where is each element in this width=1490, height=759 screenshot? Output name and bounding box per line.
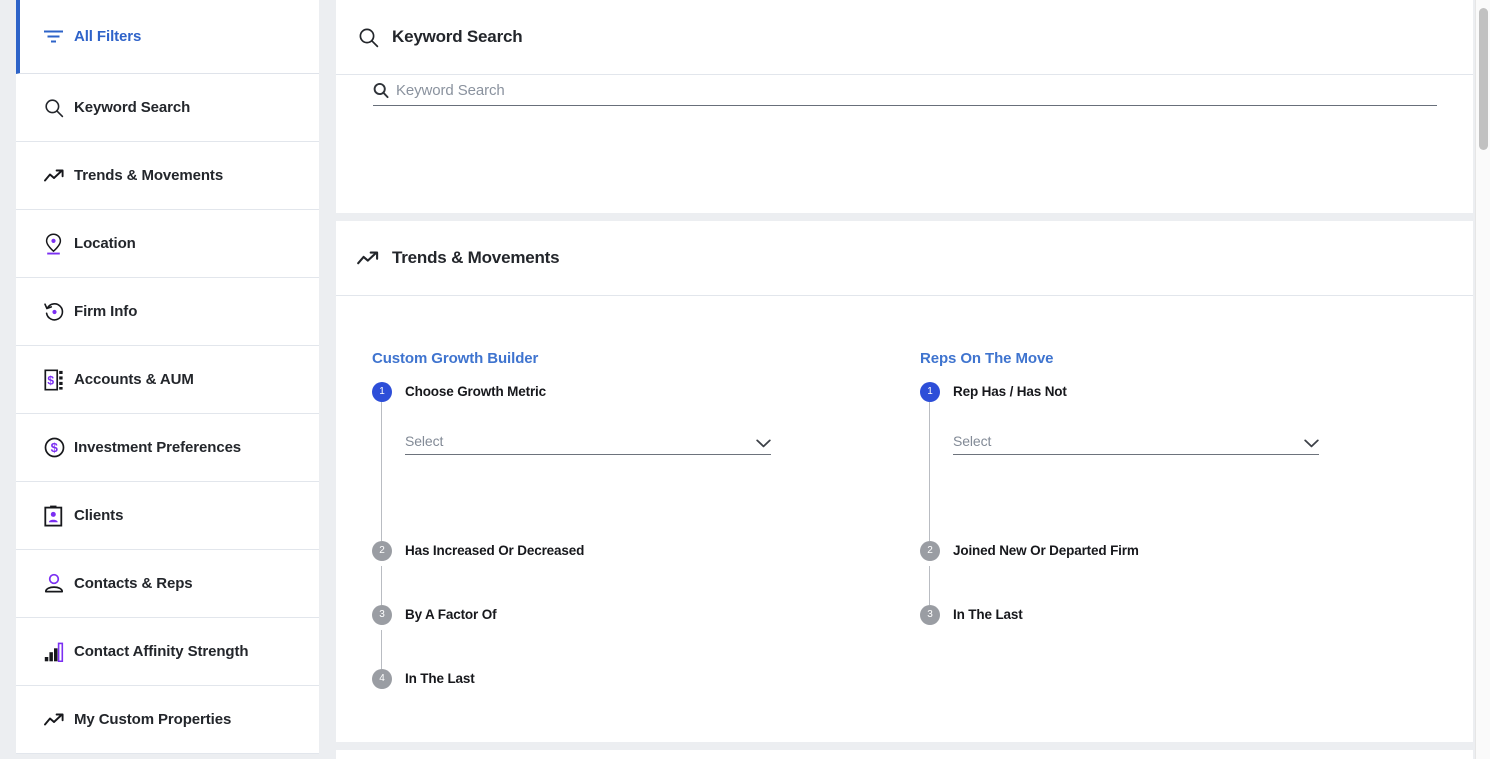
card-divider (336, 742, 1473, 750)
scrollbar-thumb[interactable] (1479, 8, 1488, 150)
trends-movements-card-header: Trends & Movements (336, 221, 1473, 296)
search-icon (355, 24, 381, 50)
sidebar-item-contact-affinity-strength[interactable]: Contact Affinity Strength (16, 618, 319, 686)
search-icon (373, 82, 389, 99)
keyword-search-card-body: Keyword Search (336, 75, 1473, 213)
step-connector (381, 630, 382, 669)
history-clock-icon (44, 302, 74, 322)
chevron-down-icon (756, 439, 771, 448)
step-by-a-factor-of[interactable]: 3 By A Factor Of (372, 605, 882, 625)
step-rep-has-has-not[interactable]: 1 Rep Has / Has Not (920, 382, 1430, 402)
trends-movements-card: Trends & Movements Custom Growth Builder (336, 221, 1473, 742)
keyword-search-card: Keyword Search Keyword Search (336, 0, 1473, 213)
column-title: Reps On The Move (920, 350, 1054, 367)
step-badge: 2 (372, 541, 392, 561)
step-has-increased-or-decreased[interactable]: 2 Has Increased Or Decreased (372, 541, 882, 561)
sidebar-item-all-filters[interactable]: All Filters (16, 0, 319, 74)
growth-metric-select[interactable]: Select (405, 432, 771, 455)
column-title: Custom Growth Builder (372, 350, 539, 367)
next-card-partial (336, 750, 1473, 759)
sidebar-item-label: Keyword Search (74, 99, 191, 116)
page-title: Keyword Search (392, 27, 523, 46)
svg-text:$: $ (51, 440, 59, 455)
sidebar-item-label: Contacts & Reps (74, 575, 193, 592)
filters-main-panel: Keyword Search Keyword Search Trends & M… (336, 0, 1490, 759)
step-choose-growth-metric[interactable]: 1 Choose Growth Metric (372, 382, 882, 402)
select-placeholder: Select (953, 433, 992, 449)
filters-page: All Filters Keyword Search Trends & Move… (0, 0, 1490, 759)
sidebar-item-label: Accounts & AUM (74, 371, 194, 388)
sidebar-item-firm-info[interactable]: Firm Info (16, 278, 319, 346)
step-in-the-last[interactable]: 3 In The Last (920, 605, 1430, 625)
step-connector (381, 402, 382, 541)
reps-on-the-move-steps: 1 Rep Has / Has Not Select 2 Joined New … (920, 382, 1430, 625)
map-pin-icon (44, 232, 74, 255)
step-connector (929, 402, 930, 541)
custom-growth-builder-column: Custom Growth Builder 1 Choose Growth Me… (372, 296, 882, 689)
sidebar-item-label: Trends & Movements (74, 167, 224, 184)
step-connector (929, 566, 930, 605)
dollar-circle-icon: $ (44, 437, 74, 458)
sidebar-item-investment-preferences[interactable]: $ Investment Preferences (16, 414, 319, 482)
step-label: Has Increased Or Decreased (405, 543, 585, 558)
sidebar-item-label: Firm Info (74, 303, 138, 320)
trending-up-icon (355, 245, 381, 271)
step-connector (381, 566, 382, 605)
sidebar-item-trends-movements[interactable]: Trends & Movements (16, 142, 319, 210)
sidebar-item-label: Investment Preferences (74, 439, 242, 456)
chevron-down-icon (1304, 439, 1319, 448)
growth-builder-steps: 1 Choose Growth Metric Select 2 Has Incr… (372, 382, 882, 689)
step-badge: 1 (372, 382, 392, 402)
step-badge: 3 (372, 605, 392, 625)
search-icon (44, 98, 74, 118)
filter-icon (44, 29, 74, 44)
sidebar-item-my-custom-properties[interactable]: My Custom Properties (16, 686, 319, 754)
step-label: By A Factor Of (405, 607, 497, 622)
trends-movements-card-body: Custom Growth Builder 1 Choose Growth Me… (336, 296, 1473, 742)
person-badge-icon (44, 505, 74, 527)
sidebar-item-label: Location (74, 235, 136, 252)
select-placeholder: Select (405, 433, 444, 449)
vertical-scrollbar[interactable] (1475, 0, 1490, 759)
trending-up-icon (44, 713, 74, 727)
step-label: Choose Growth Metric (405, 384, 547, 399)
step-label: Rep Has / Has Not (953, 384, 1067, 399)
step-label: In The Last (953, 607, 1023, 622)
step-joined-new-or-departed-firm[interactable]: 2 Joined New Or Departed Firm (920, 541, 1430, 561)
sidebar-item-clients[interactable]: Clients (16, 482, 319, 550)
trending-up-icon (44, 169, 74, 183)
bar-chart-icon (44, 642, 74, 662)
step-label: Joined New Or Departed Firm (953, 543, 1139, 558)
sidebar-item-label: Clients (74, 507, 124, 524)
step-in-the-last[interactable]: 4 In The Last (372, 669, 882, 689)
sidebar-item-location[interactable]: Location (16, 210, 319, 278)
card-divider (336, 213, 1473, 221)
filters-sidebar: All Filters Keyword Search Trends & Move… (0, 0, 336, 759)
step-label: In The Last (405, 671, 475, 686)
sidebar-item-accounts-aum[interactable]: $ Accounts & AUM (16, 346, 319, 414)
reps-on-the-move-column: Reps On The Move 1 Rep Has / Has Not Sel… (920, 296, 1430, 625)
section-title: Trends & Movements (392, 248, 560, 267)
keyword-search-card-header: Keyword Search (336, 0, 1473, 75)
rep-has-has-not-select[interactable]: Select (953, 432, 1319, 455)
person-icon (44, 573, 74, 594)
sidebar-item-contacts-reps[interactable]: Contacts & Reps (16, 550, 319, 618)
svg-text:$: $ (47, 373, 54, 387)
step-badge: 2 (920, 541, 940, 561)
step-badge: 3 (920, 605, 940, 625)
search-input-placeholder: Keyword Search (396, 82, 505, 99)
sidebar-item-label: Contact Affinity Strength (74, 643, 249, 660)
sidebar-item-keyword-search[interactable]: Keyword Search (16, 74, 319, 142)
sidebar-item-label: My Custom Properties (74, 711, 232, 728)
search-input[interactable]: Keyword Search (373, 82, 1437, 106)
dollar-document-icon: $ (44, 368, 74, 391)
step-badge: 1 (920, 382, 940, 402)
step-badge: 4 (372, 669, 392, 689)
sidebar-item-label: All Filters (74, 28, 142, 45)
